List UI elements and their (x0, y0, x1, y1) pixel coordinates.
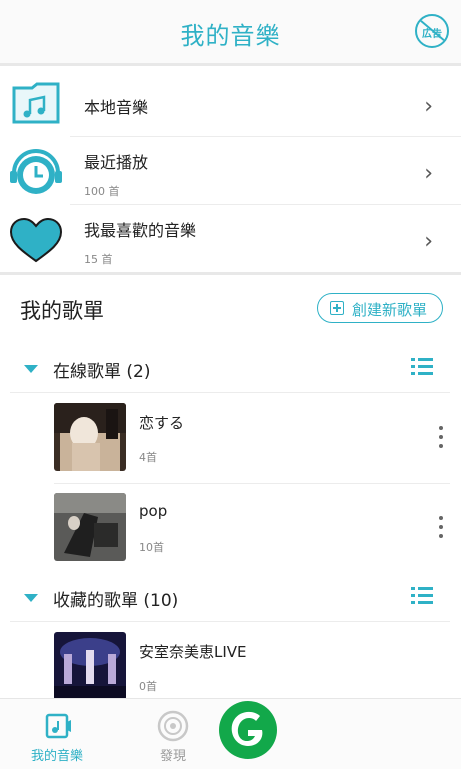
divider (10, 621, 450, 622)
no-ads-label: 広告 (422, 29, 442, 40)
library-row-favorites[interactable]: 我最喜歡的音樂 15 首 › (0, 205, 461, 273)
app-header: 我的音樂 広告 (0, 0, 461, 66)
collapse-triangle-icon (24, 594, 38, 602)
playlist-count: 0首 (139, 680, 157, 693)
playlist-row[interactable]: 恋する 4首 (0, 396, 461, 484)
group-header-favorites[interactable]: 收藏的歌單 (10) (0, 576, 461, 620)
library-row-local[interactable]: 本地音樂 › (0, 70, 461, 138)
add-icon (330, 301, 344, 315)
group-header-online[interactable]: 在線歌單 (2) (0, 347, 461, 391)
chevron-right-icon: › (424, 94, 433, 119)
divider (10, 392, 450, 393)
playlist-cover (54, 632, 126, 700)
library-row-count: 15 首 (84, 253, 113, 266)
chevron-right-icon: › (424, 161, 433, 186)
create-playlist-label: 創建新歌單 (352, 301, 428, 319)
section-divider (0, 272, 461, 275)
divider (54, 483, 450, 484)
library-row-label: 我最喜歡的音樂 (84, 221, 197, 240)
more-options-icon[interactable] (439, 516, 444, 538)
music-folder-icon (12, 82, 60, 124)
library-row-recent[interactable]: 最近播放 100 首 › (0, 137, 461, 205)
playlist-count: 10首 (139, 541, 164, 554)
more-options-icon[interactable] (439, 426, 444, 448)
group-title: 收藏的歌單 (10) (53, 591, 179, 611)
section-title: 我的歌單 (20, 299, 104, 323)
create-playlist-button[interactable]: 創建新歌單 (317, 293, 443, 323)
playlist-row[interactable]: pop 10首 (0, 486, 461, 574)
list-manage-icon[interactable] (411, 358, 433, 376)
nav-label: 我的音樂 (30, 749, 83, 764)
playlist-title: 安室奈美恵LIVE (139, 643, 247, 661)
group-title: 在線歌單 (2) (53, 362, 151, 382)
nav-label: 發現 (159, 749, 186, 764)
heart-icon (9, 217, 63, 263)
playlist-title: pop (139, 502, 168, 520)
music-note-icon (45, 713, 71, 739)
playlist-title: 恋する (139, 414, 185, 432)
nav-tab-discover[interactable]: 發現 (128, 699, 218, 769)
nav-tab-my-music[interactable]: 我的音樂 (12, 699, 102, 769)
chevron-right-icon: › (424, 229, 433, 254)
list-manage-icon[interactable] (411, 587, 433, 605)
clock-icon (10, 149, 62, 194)
collapse-triangle-icon (24, 365, 38, 373)
page-title: 我的音樂 (180, 22, 281, 50)
playlist-count: 4首 (139, 451, 157, 464)
library-row-label: 最近播放 (84, 153, 149, 172)
playlist-cover (54, 493, 126, 561)
library-row-label: 本地音樂 (84, 98, 149, 117)
watermark-logo (219, 701, 277, 759)
disc-icon (157, 710, 189, 742)
playlist-cover (54, 403, 126, 471)
library-row-count: 100 首 (84, 185, 120, 198)
no-ads-button[interactable]: 広告 (415, 14, 449, 48)
